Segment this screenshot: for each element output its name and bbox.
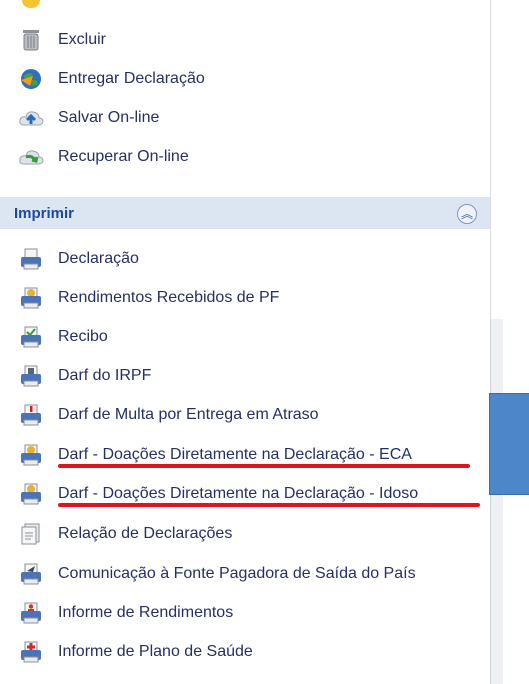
rendimentos-pf-label: Rendimentos Recebidos de PF	[58, 289, 280, 306]
darf-irpf-label: Darf do IRPF	[58, 367, 152, 384]
darf-doacoes-eca-label: Darf - Doações Diretamente na Declaração…	[58, 446, 412, 463]
comunicacao-fonte-label: Comunicação à Fonte Pagadora de Saída do…	[58, 565, 416, 582]
cloud-download-icon	[18, 144, 44, 170]
blue-overlay-box	[489, 393, 529, 495]
recibo-label: Recibo	[58, 328, 108, 345]
printer-person-icon	[18, 600, 44, 626]
printer-coin-icon	[18, 481, 44, 507]
relacao-declaracoes-item[interactable]: Relação de Declarações	[18, 519, 232, 549]
darf-doacoes-idoso-label: Darf - Doações Diretamente na Declaração…	[58, 485, 419, 502]
printer-icon	[18, 246, 44, 272]
red-underline-eca	[58, 464, 470, 468]
darf-multa-item[interactable]: Darf de Multa por Entrega em Atraso	[18, 400, 319, 430]
partial-icon	[22, 0, 40, 8]
printer-alert-icon	[18, 402, 44, 428]
printer-cross-icon	[18, 639, 44, 665]
informe-rendimentos-label: Informe de Rendimentos	[58, 604, 234, 621]
rendimentos-pf-item[interactable]: Rendimentos Recebidos de PF	[18, 283, 279, 313]
recuperar-online-label: Recuperar On-line	[58, 148, 189, 165]
informe-plano-saude-label: Informe de Plano de Saúde	[58, 643, 253, 660]
printer-check-icon	[18, 324, 44, 350]
double-chevron-up-icon[interactable]: ︽	[457, 204, 477, 224]
side-panel: Excluir Entregar Declaração Salvar On-li…	[0, 0, 491, 684]
salvar-online-item[interactable]: Salvar On-line	[18, 103, 159, 133]
excluir-label: Excluir	[58, 31, 107, 48]
darf-multa-label: Darf de Multa por Entrega em Atraso	[58, 406, 319, 423]
entregar-declaracao-label: Entregar Declaração	[58, 70, 205, 87]
cloud-upload-icon	[18, 105, 44, 131]
informe-rendimentos-item[interactable]: Informe de Rendimentos	[18, 598, 233, 628]
vertical-scrollbar[interactable]	[490, 319, 503, 684]
salvar-online-label: Salvar On-line	[58, 109, 160, 126]
recibo-item[interactable]: Recibo	[18, 322, 108, 352]
excluir-item[interactable]: Excluir	[18, 25, 106, 55]
recuperar-online-item[interactable]: Recuperar On-line	[18, 142, 189, 172]
printer-doc-icon	[18, 363, 44, 389]
trash-icon	[18, 27, 44, 53]
declaracao-item[interactable]: Declaração	[18, 244, 139, 274]
document-stack-icon	[18, 521, 44, 547]
entregar-declaracao-item[interactable]: Entregar Declaração	[18, 64, 205, 94]
comunicacao-fonte-item[interactable]: Comunicação à Fonte Pagadora de Saída do…	[18, 559, 416, 589]
printer-plane-icon	[18, 561, 44, 587]
red-underline-idoso	[58, 503, 480, 507]
printer-coin-icon	[18, 442, 44, 468]
informe-plano-saude-item[interactable]: Informe de Plano de Saúde	[18, 637, 253, 667]
printer-coin-icon	[18, 285, 44, 311]
declaracao-label: Declaração	[58, 250, 139, 267]
imprimir-section-header[interactable]: Imprimir ︽	[0, 197, 490, 229]
relacao-declaracoes-label: Relação de Declarações	[58, 525, 233, 542]
darf-irpf-item[interactable]: Darf do IRPF	[18, 361, 151, 391]
globe-send-icon	[18, 66, 44, 92]
section-title: Imprimir	[14, 204, 75, 222]
